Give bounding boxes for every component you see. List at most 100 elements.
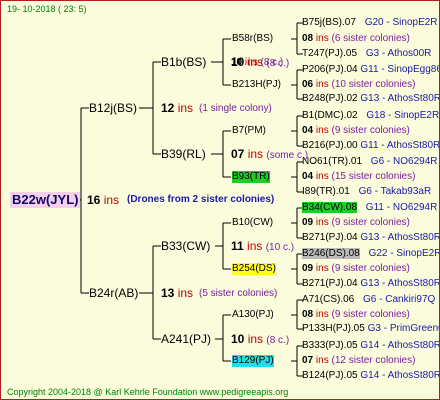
gen4-ins-row-10: 04 ins (15 sister colonies) [302, 171, 415, 183]
gen2-ins-label-1: ins [247, 147, 264, 161]
root-ins-line: 16 ins [87, 193, 119, 207]
gen4-row-23: B124(PJ).05 G14 - AthosSt80R [302, 370, 440, 382]
gen4-row-8: B216(PJ).00 G11 - AthosSt80R [302, 140, 440, 152]
gen1-ins-line-0: 12 ins [161, 101, 193, 115]
root-queen[interactable]: B22w(JYL) [10, 192, 81, 208]
gen2-queen-1[interactable]: B39(RL) [161, 147, 206, 161]
gen4-queen-21[interactable]: B333(PJ).05 [302, 340, 358, 351]
gen4-ins-row-1: 08 ins (6 sister colonies) [302, 33, 410, 45]
gen4-ins-value-7: 04 [302, 125, 314, 136]
gen4-ins-value-4: 06 [302, 79, 314, 90]
gen4-ins-value-1: 08 [302, 33, 314, 44]
gen4-ins-label-19: ins [315, 309, 329, 320]
gen4-ins-label-7: ins [315, 125, 329, 136]
gen4-queen-15[interactable]: B246(DS).08 [302, 248, 360, 259]
gen4-ins-value-13: 09 [302, 217, 314, 228]
gen3-queen-4[interactable]: B10(CW) [232, 217, 273, 229]
gen4-queen-12[interactable]: B34(CW).08 [302, 202, 358, 213]
gen1-ins-line-1: 13 ins [161, 286, 193, 300]
gen4-row-15: B246(DS).08 G22 - SinopE2R [302, 248, 440, 260]
gen4-ins-row-19: 08 ins (9 sister colonies) [302, 309, 410, 321]
gen3-queen-0[interactable]: B58r(BS) [232, 33, 273, 45]
gen4-tag-3: G11 - SinopEgg86R [360, 64, 439, 75]
gen4-queen-17[interactable]: B271(PJ).04 [302, 278, 358, 289]
gen4-ins-label-1: ins [315, 33, 329, 44]
gen4-row-17: B271(PJ).04 G13 - AthosSt80R [302, 278, 439, 290]
gen4-tag-23: G14 - AthosSt80R [360, 370, 440, 381]
gen4-queen-8[interactable]: B216(PJ).00 [302, 140, 358, 151]
gen4-queen-20[interactable]: P133H(PJ).05 [302, 323, 365, 334]
gen3-queen-1[interactable]: B213H(PJ) [232, 79, 281, 91]
gen4-ins-value-16: 09 [302, 263, 314, 274]
gen4-note-4: (10 sister colonies) [331, 79, 416, 90]
gen4-note-16: (9 sister colonies) [331, 263, 410, 274]
gen4-row-9: NO61(TR).01 G6 - NO6294R [302, 156, 438, 168]
gen2-ins-value-2: 11 [231, 239, 244, 253]
gen4-tag-9: G6 - NO6294R [370, 156, 438, 167]
gen2-ins-label-2: ins [247, 239, 263, 253]
gen2-ins-value-1: 07 [231, 147, 245, 161]
gen2-ins-line-1: 07 ins (some c.) [231, 147, 308, 163]
gen4-row-21: B333(PJ).05 G14 - AthosSt80R [302, 340, 440, 352]
gen3-queen-3[interactable]: B93(TR) [232, 171, 270, 183]
gen2-ins-label-3: ins [247, 332, 264, 346]
root-ins-label: ins [103, 193, 120, 207]
gen4-tag-21: G14 - AthosSt80R [360, 340, 440, 351]
gen4-queen-6[interactable]: B1(DMC).02 [302, 110, 358, 121]
gen4-tag-20: G3 - PrimGreen00 [367, 323, 439, 334]
gen4-ins-label-10: ins [315, 171, 329, 182]
gen3-queen-5[interactable]: B254(DS) [232, 263, 276, 275]
gen3-queen-6[interactable]: A130(PJ) [232, 309, 274, 321]
gen3-ins-value-0: 10 [231, 57, 243, 68]
gen4-tag-18: G6 - Cankiri97Q [363, 294, 436, 305]
gen4-row-18: A71(CS).06 G6 - Cankiri97Q [302, 294, 435, 306]
root-ins-value: 16 [87, 193, 101, 207]
gen1-note-1: (5 sister colonies) [199, 288, 278, 299]
gen2-ins-value-3: 10 [231, 332, 245, 346]
gen4-row-0: B75j(BS).07 G20 - SinopE2R [302, 17, 438, 29]
gen3-ins-line-0: 10 ins (8 c.) [231, 57, 283, 69]
gen1-queen-1[interactable]: B24r(AB) [89, 286, 138, 300]
gen4-note-13: (9 sister colonies) [331, 217, 410, 228]
gen4-queen-5[interactable]: B248(PJ).02 [302, 93, 358, 104]
gen4-ins-label-16: ins [315, 263, 329, 274]
gen4-tag-0: G20 - SinopE2R [364, 17, 438, 28]
gen2-note-2: (10 c.) [265, 242, 295, 253]
gen4-queen-9[interactable]: NO61(TR).01 [302, 156, 362, 167]
gen3-ins-label-0: ins [244, 57, 258, 68]
gen4-queen-14[interactable]: B271(PJ).04 [302, 232, 358, 243]
gen4-row-12: B34(CW).08 G11 - NO6294R [302, 202, 437, 214]
gen4-queen-2[interactable]: T247(PJ).05 [302, 48, 357, 59]
gen1-note-0: (1 single colony) [199, 103, 272, 114]
gen4-row-3: P206(PJ).04 G11 - SinopEgg86R [302, 64, 439, 76]
gen4-note-10: (15 sister colonies) [331, 171, 416, 182]
gen2-queen-3[interactable]: A241(PJ) [161, 332, 211, 346]
gen3-queen-7[interactable]: B129(PJ) [232, 355, 274, 367]
gen1-ins-label-1: ins [177, 286, 194, 300]
gen2-ins-line-2: 11 ins (10 c.) [231, 239, 294, 255]
gen4-tag-11: G6 - Takab93aR [358, 186, 432, 197]
gen4-queen-3[interactable]: P206(PJ).04 [302, 64, 358, 75]
gen4-tag-8: G11 - AthosSt80R [360, 140, 440, 151]
gen4-ins-row-13: 09 ins (9 sister colonies) [302, 217, 410, 229]
gen1-ins-label-0: ins [177, 101, 194, 115]
gen4-ins-value-22: 07 [302, 355, 314, 366]
gen4-tag-15: G22 - SinopE2R [368, 248, 440, 259]
root-note: (Drones from 2 sister colonies) [127, 194, 275, 205]
date-stamp: 19- 10-2018 ( 23: 5) [7, 4, 87, 14]
gen2-queen-2[interactable]: B33(CW) [161, 239, 210, 253]
gen2-queen-0[interactable]: B1b(BS) [161, 55, 206, 69]
gen4-queen-18[interactable]: A71(CS).06 [302, 294, 354, 305]
gen3-queen-2[interactable]: B7(PM) [232, 125, 266, 137]
gen4-queen-23[interactable]: B124(PJ).05 [302, 370, 358, 381]
gen4-ins-label-4: ins [315, 79, 329, 90]
gen4-note-1: (6 sister colonies) [331, 33, 410, 44]
gen4-row-2: T247(PJ).05 G3 - Athos00R [302, 48, 431, 60]
gen4-note-7: (9 sister colonies) [331, 125, 410, 136]
gen4-ins-row-7: 04 ins (9 sister colonies) [302, 125, 410, 137]
gen4-queen-0[interactable]: B75j(BS).07 [302, 17, 356, 28]
gen2-ins-line-3: 10 ins (8 c.) [231, 332, 289, 348]
gen1-queen-0[interactable]: B12j(BS) [89, 101, 137, 115]
gen1-ins-value-0: 12 [161, 101, 175, 115]
gen4-queen-11[interactable]: I89(TR).01 [302, 186, 350, 197]
